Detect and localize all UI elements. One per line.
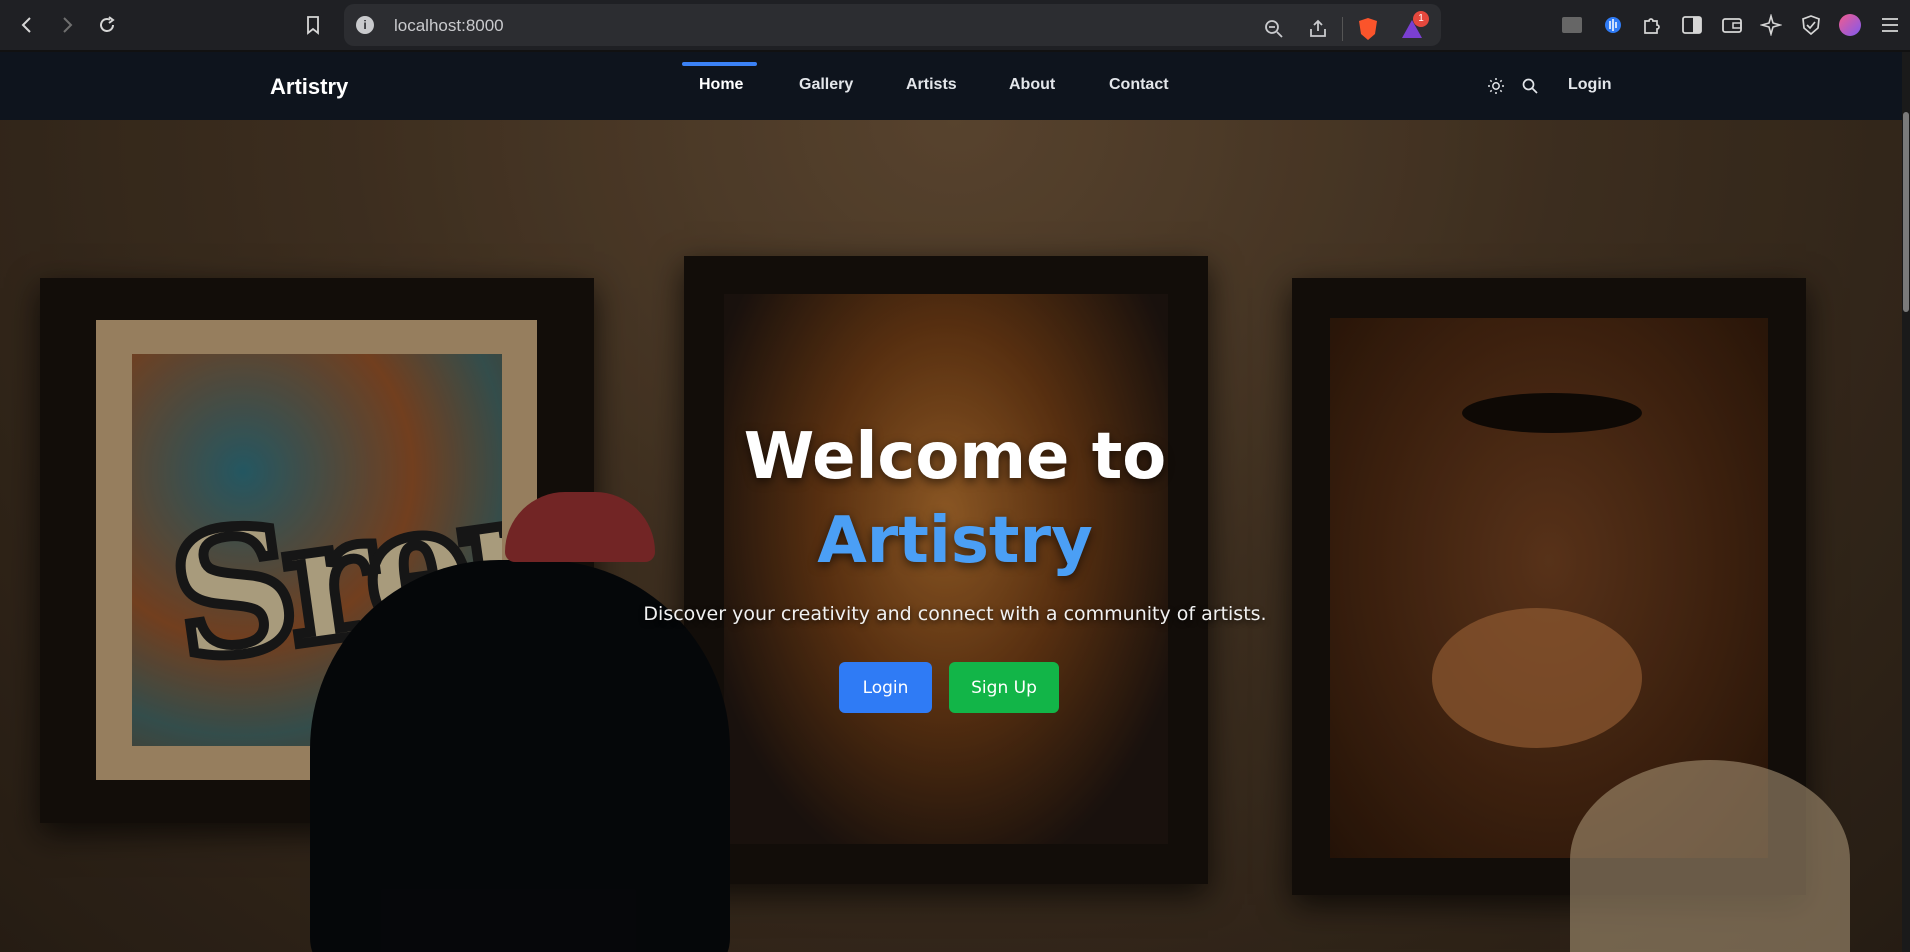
hero-section: Srep Welcome to Artistry Discover your c… (0, 120, 1910, 952)
puzzle-icon[interactable] (1638, 11, 1666, 39)
browser-toolbar: i localhost:8000 1 (0, 0, 1910, 50)
hero-title-highlight: Artistry (817, 504, 1093, 578)
hero-signup-button[interactable]: Sign Up (949, 662, 1059, 713)
forward-icon[interactable] (52, 10, 82, 40)
hero-subtitle: Discover your creativity and connect wit… (643, 603, 1267, 625)
sidebar-icon[interactable] (1678, 11, 1706, 39)
nav-login-link[interactable]: Login (1568, 76, 1612, 94)
menu-icon[interactable] (1876, 11, 1904, 39)
active-nav-indicator (682, 62, 757, 66)
url-text[interactable]: localhost:8000 (394, 16, 504, 36)
wallet-icon[interactable] (1718, 11, 1746, 39)
scrollbar-thumb[interactable] (1903, 112, 1909, 312)
nav-artists[interactable]: Artists (906, 76, 957, 94)
site-navbar: Artistry Home Gallery Artists About Cont… (0, 52, 1910, 120)
address-bar[interactable]: i localhost:8000 1 (344, 4, 1441, 46)
nav-contact[interactable]: Contact (1109, 76, 1169, 94)
reload-icon[interactable] (92, 10, 122, 40)
theme-toggle-sun-icon[interactable] (1486, 76, 1506, 96)
nav-gallery[interactable]: Gallery (799, 76, 853, 94)
nav-home[interactable]: Home (699, 76, 743, 94)
vpn-shield-icon[interactable] (1797, 11, 1825, 39)
nav-about[interactable]: About (1009, 76, 1055, 94)
page-scrollbar[interactable] (1902, 52, 1910, 952)
site-info-icon[interactable]: i (356, 16, 374, 34)
back-icon[interactable] (12, 10, 42, 40)
extension-icon[interactable] (1558, 11, 1586, 39)
hero-login-button[interactable]: Login (839, 662, 932, 713)
hero-title: Welcome to (743, 420, 1167, 494)
bookmark-icon[interactable] (298, 10, 328, 40)
brand-logo[interactable]: Artistry (270, 74, 348, 100)
leo-ai-icon[interactable] (1757, 11, 1785, 39)
share-icon[interactable] (1304, 15, 1332, 43)
rewards-icon[interactable]: 1 (1398, 11, 1429, 43)
notification-badge: 1 (1413, 11, 1429, 27)
search-icon[interactable] (1520, 76, 1540, 96)
audio-extension-icon[interactable] (1599, 11, 1627, 39)
brave-shield-icon[interactable] (1354, 15, 1382, 43)
web-page: Artistry Home Gallery Artists About Cont… (0, 52, 1910, 952)
zoom-out-icon[interactable] (1260, 15, 1288, 43)
profile-icon[interactable] (1836, 11, 1864, 39)
